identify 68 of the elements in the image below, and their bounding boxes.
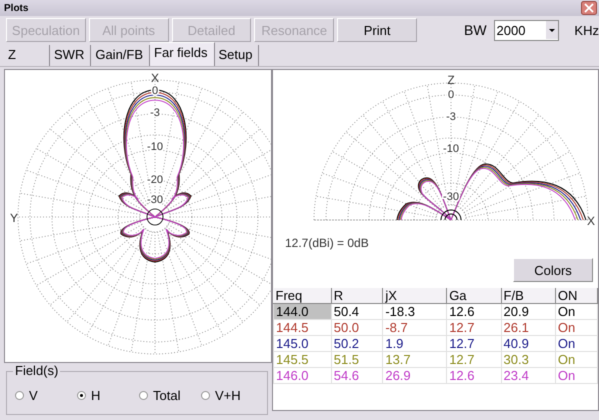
table-cell: 12.7 [446,320,502,336]
center-ring-icon [146,208,164,226]
axis-label: Y [10,211,18,225]
table-cell: 145.5 [274,352,332,368]
axis-label: Z [447,73,455,87]
column-header: Freq [274,288,332,304]
table-cell: 26.9 [382,368,447,384]
ring-label: -3 [446,111,456,123]
ring-label: -30 [147,194,163,206]
table-cell: 144.0 [274,304,332,320]
table-cell: 40.9 [501,336,556,352]
close-icon[interactable] [581,1,597,15]
table-cell: 50.0 [331,320,383,336]
caret-icon[interactable] [546,21,558,39]
window-title: Plots [4,2,28,14]
toolbar-button[interactable]: Print [337,18,417,42]
table-cell: 146.0 [274,368,332,384]
table-cell: On [555,320,598,336]
table-cell: 12.7 [446,336,502,352]
column-header: F/B [501,288,556,304]
table-cell: 12.7 [446,352,502,368]
column-header: R [331,288,383,304]
unit-label: KHz [574,22,599,38]
table-cell: On [555,304,598,320]
table-cell: 23.4 [501,368,556,384]
table-cell: On [555,352,598,368]
ring-label: -20 [147,174,163,186]
axis-label: X [151,71,159,85]
ring-label: -30 [443,191,459,203]
table-cell: 54.6 [331,368,383,384]
table-cell: 51.5 [331,352,383,368]
bw-label: BW [464,22,487,38]
table-cell: On [555,336,598,352]
table-cell: On [555,368,598,384]
table-cell: 12.6 [446,304,502,320]
table-cell: 145.0 [274,336,332,352]
column-header: ON [555,288,598,304]
center-ring-icon [440,210,462,220]
table-cell: 20.9 [501,304,556,320]
ring-label: -10 [443,143,459,155]
radio-option[interactable]: Total [139,388,201,403]
tab[interactable]: Z [4,45,50,66]
table-cell: 50.4 [331,304,383,320]
radio-option[interactable]: H [77,388,139,403]
ring-label: -10 [147,141,163,153]
column-header: jX [382,288,447,304]
table-cell: 50.2 [331,336,383,352]
tab[interactable]: Far fields [150,42,214,66]
ring-label: -3 [150,107,160,119]
column-header: Ga [446,288,502,304]
table-cell: 1.9 [382,336,447,352]
table-cell: 26.1 [501,320,556,336]
radio-option[interactable]: V+H [201,388,263,403]
bw-dropdown[interactable]: 2000 [494,20,560,40]
table-cell: 13.7 [382,352,447,368]
ring-label: 0 [448,89,454,101]
tab[interactable]: Setup [214,45,260,66]
tab[interactable]: SWR [50,45,92,66]
group-title: Field(s) [13,363,60,378]
table-cell: -8.7 [382,320,447,336]
table-cell: 30.3 [501,352,556,368]
table-cell: 12.6 [446,368,502,384]
table-cell: -18.3 [382,304,447,320]
colors-button[interactable]: Colors [513,258,593,282]
reference-note: 12.7(dBi) = 0dB [285,236,369,250]
table-cell: 144.5 [274,320,332,336]
axis-label: X [587,214,595,228]
radio-option[interactable]: V [15,388,77,403]
